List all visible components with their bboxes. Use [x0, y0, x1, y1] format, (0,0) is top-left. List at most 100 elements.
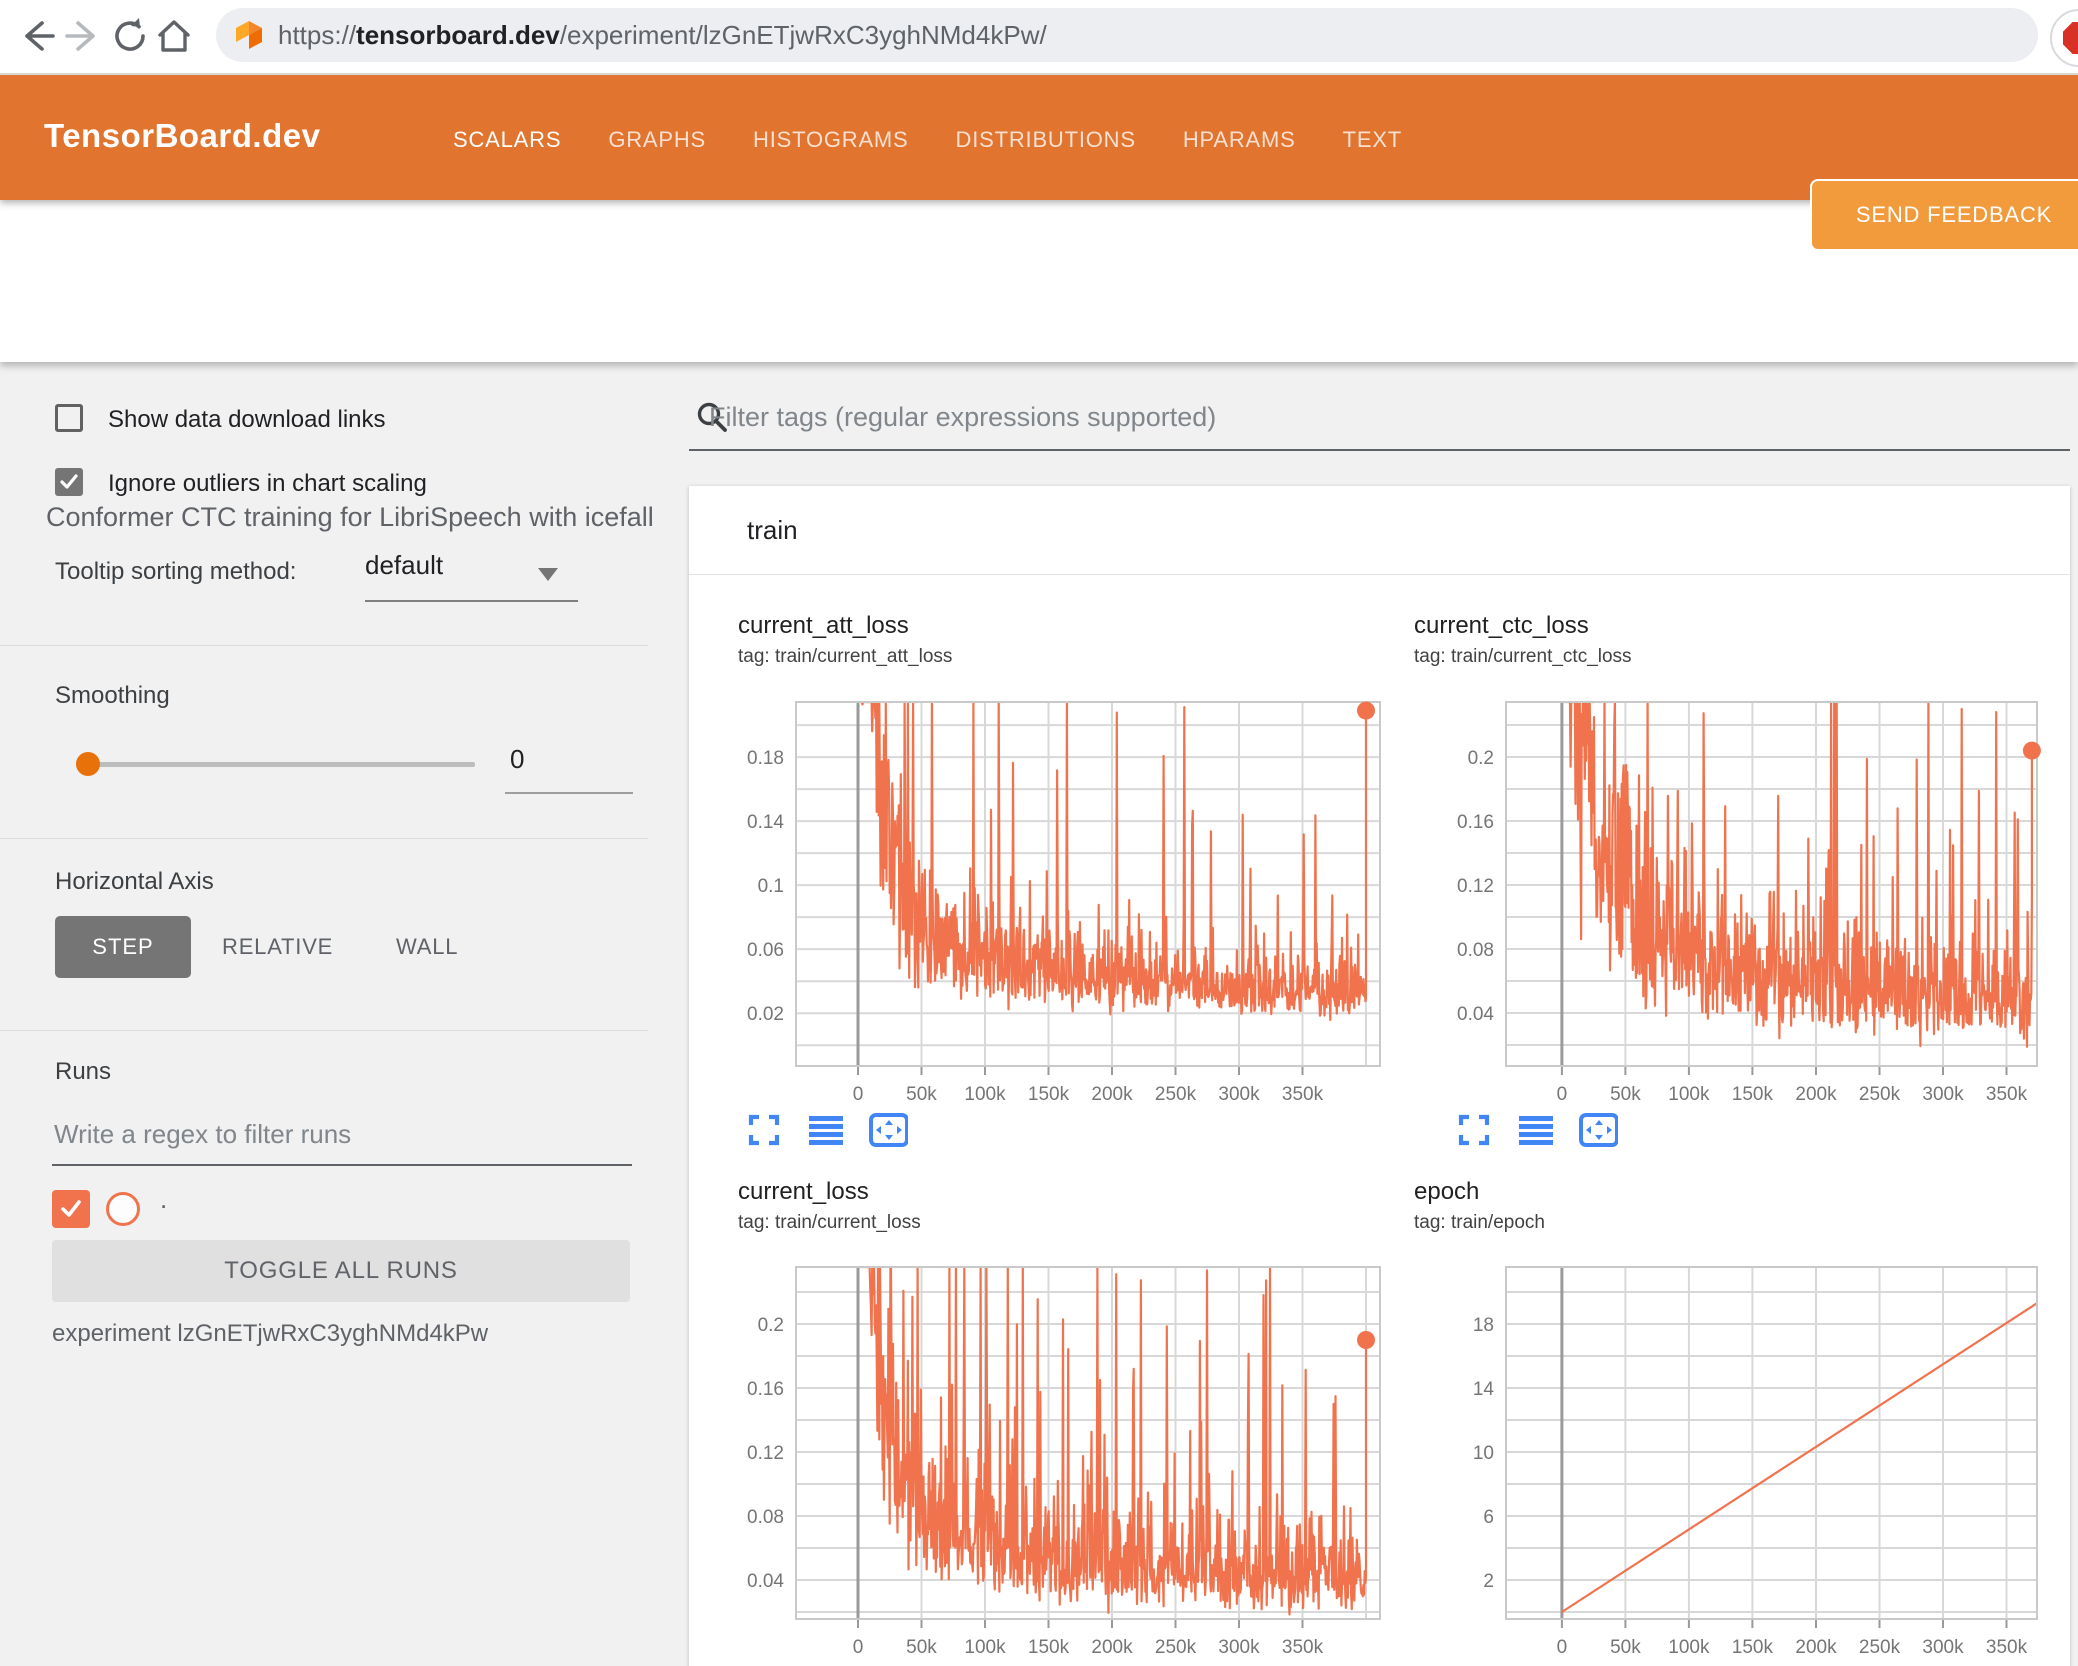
fullscreen-icon[interactable]	[744, 1112, 784, 1148]
browser-extension-icon[interactable]	[2050, 9, 2078, 67]
svg-text:0.04: 0.04	[747, 1571, 784, 1592]
svg-text:300k: 300k	[1922, 1084, 1964, 1105]
svg-text:0.14: 0.14	[747, 812, 784, 833]
axis-step-button[interactable]: STEP	[55, 916, 191, 978]
tab-text[interactable]: TEXT	[1343, 127, 1402, 153]
chart-toolbar	[1454, 1112, 1618, 1148]
axis-wall-button[interactable]: WALL	[396, 934, 458, 960]
runs-filter-input[interactable]	[52, 1118, 616, 1151]
tag-filter-row	[695, 400, 1911, 434]
chart-plot-area[interactable]: 0 50k 100k 150k 200k 250k 300k 350k 0.02 0.06 0.1 0…	[730, 688, 1410, 1106]
tooltip-sorting-select[interactable]: default	[365, 550, 443, 581]
svg-text:0.1: 0.1	[758, 876, 784, 897]
chevron-down-icon[interactable]	[538, 568, 558, 581]
axis-relative-button[interactable]: RELATIVE	[222, 934, 333, 960]
chart-title: current_att_loss	[738, 612, 909, 639]
tag-filter-input[interactable]	[707, 400, 1911, 434]
svg-text:0: 0	[853, 1084, 864, 1105]
chart-tag: tag: train/current_loss	[738, 1212, 921, 1233]
reload-icon[interactable]	[108, 14, 152, 58]
ignore-outliers-checkbox[interactable]	[55, 468, 83, 496]
svg-text:200k: 200k	[1795, 1084, 1837, 1105]
smoothing-slider-track[interactable]	[85, 762, 475, 767]
nav-tabs: SCALARS GRAPHS HISTOGRAMS DISTRIBUTIONS …	[453, 127, 1402, 153]
train-section-header[interactable]: train	[689, 486, 2070, 575]
svg-text:200k: 200k	[1091, 1637, 1133, 1658]
fit-domain-icon[interactable]	[868, 1112, 908, 1148]
svg-text:150k: 150k	[1732, 1084, 1774, 1105]
train-section-title: train	[747, 514, 798, 545]
svg-text:250k: 250k	[1155, 1084, 1197, 1105]
experiment-title-bar: Conformer CTC training for LibriSpeech w…	[0, 200, 2078, 532]
svg-text:300k: 300k	[1218, 1637, 1260, 1658]
smoothing-slider-thumb[interactable]	[76, 752, 100, 776]
back-icon[interactable]	[14, 14, 58, 58]
svg-text:350k: 350k	[1282, 1637, 1324, 1658]
sidebar-divider	[0, 645, 648, 646]
svg-text:200k: 200k	[1091, 1084, 1133, 1105]
chart-current-loss: current_loss tag: train/current_loss 0 50…	[730, 1178, 1430, 1666]
fullscreen-icon[interactable]	[1454, 1112, 1494, 1148]
svg-text:300k: 300k	[1922, 1637, 1964, 1658]
svg-text:150k: 150k	[1028, 1637, 1070, 1658]
chart-title: current_ctc_loss	[1414, 612, 1589, 639]
svg-text:14: 14	[1473, 1379, 1495, 1400]
smoothing-value[interactable]: 0	[510, 744, 524, 775]
tab-histograms[interactable]: HISTOGRAMS	[753, 127, 909, 153]
svg-text:0.2: 0.2	[1468, 748, 1494, 769]
data-table-icon[interactable]	[1516, 1112, 1556, 1148]
chart-title: current_loss	[738, 1178, 869, 1205]
svg-text:250k: 250k	[1859, 1084, 1901, 1105]
send-feedback-button[interactable]: SEND FEEDBACK	[1810, 179, 2078, 251]
tab-hparams[interactable]: HPARAMS	[1183, 127, 1296, 153]
chart-toolbar	[744, 1112, 908, 1148]
svg-text:150k: 150k	[1732, 1637, 1774, 1658]
tab-graphs[interactable]: GRAPHS	[608, 127, 706, 153]
ignore-outliers-label: Ignore outliers in chart scaling	[108, 470, 427, 497]
svg-text:0: 0	[853, 1637, 864, 1658]
check-icon	[60, 474, 78, 489]
chart-epoch: epoch tag: train/epoch 0 50k 100k 150k 200k 2…	[1406, 1178, 2078, 1666]
active-tab-underline	[433, 269, 593, 275]
chart-tag: tag: train/epoch	[1414, 1212, 1545, 1233]
chart-tag: tag: train/current_ctc_loss	[1414, 646, 1632, 667]
svg-text:0.16: 0.16	[747, 1379, 784, 1400]
tab-scalars[interactable]: SCALARS	[453, 127, 561, 153]
runs-filter-underline	[52, 1164, 632, 1166]
sidebar-divider	[0, 838, 648, 839]
svg-text:100k: 100k	[1668, 1084, 1710, 1105]
stop-octagon-icon	[2063, 22, 2078, 54]
svg-text:0.2: 0.2	[758, 1315, 784, 1336]
svg-text:10: 10	[1473, 1443, 1494, 1464]
svg-text:0.02: 0.02	[747, 1004, 784, 1025]
chart-plot-area[interactable]: 0 50k 100k 150k 200k 250k 300k 350k 2 6 10 14 18	[1440, 1254, 2078, 1666]
forward-icon[interactable]	[62, 14, 106, 58]
chart-plot-area[interactable]: 0 50k 100k 150k 200k 250k 300k 350k 0.04 0.08 0.12…	[1440, 688, 2078, 1106]
chart-plot-area[interactable]: 0 50k 100k 150k 200k 250k 300k 350k 0.04 0.08 0.12…	[730, 1254, 1410, 1666]
svg-text:350k: 350k	[1282, 1084, 1324, 1105]
url-text: https://tensorboard.dev/experiment/lzGnE…	[278, 20, 1047, 51]
svg-text:50k: 50k	[1610, 1084, 1641, 1105]
fit-domain-icon[interactable]	[1578, 1112, 1618, 1148]
svg-text:0.08: 0.08	[747, 1507, 784, 1528]
run-checkbox[interactable]	[52, 1190, 90, 1228]
chart-current-ctc-loss: current_ctc_loss tag: train/current_ctc_…	[1406, 612, 2078, 1172]
toggle-all-runs-button[interactable]: TOGGLE ALL RUNS	[52, 1240, 630, 1302]
chart-tag: tag: train/current_att_loss	[738, 646, 953, 667]
svg-text:350k: 350k	[1986, 1084, 2028, 1105]
app-logo: TensorBoard.dev	[44, 117, 321, 154]
svg-text:350k: 350k	[1986, 1637, 2028, 1658]
svg-text:100k: 100k	[964, 1084, 1006, 1105]
svg-text:0: 0	[1557, 1637, 1568, 1658]
tab-distributions[interactable]: DISTRIBUTIONS	[956, 127, 1136, 153]
experiment-id-label: experiment lzGnETjwRxC3yghNMd4kPw	[52, 1320, 489, 1347]
show-download-links-label: Show data download links	[108, 406, 386, 433]
check-icon	[61, 1200, 81, 1217]
home-icon[interactable]	[152, 14, 196, 58]
data-table-icon[interactable]	[806, 1112, 846, 1148]
show-download-links-checkbox[interactable]	[55, 404, 83, 432]
url-bar[interactable]: https://tensorboard.dev/experiment/lzGnE…	[216, 8, 2038, 62]
chart-current-att-loss: current_att_loss tag: train/current_att_…	[730, 612, 1430, 1172]
svg-text:0.12: 0.12	[1457, 876, 1494, 897]
run-color-circle[interactable]	[106, 1192, 140, 1226]
